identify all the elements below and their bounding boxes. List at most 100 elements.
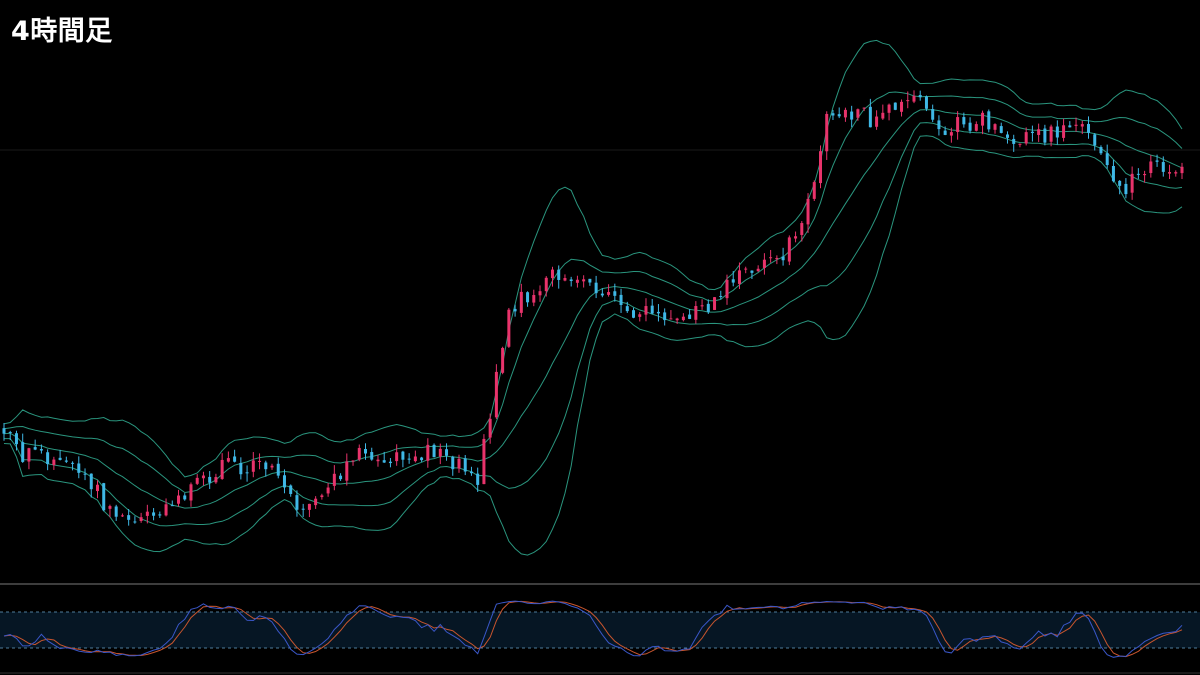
candle-body	[812, 182, 816, 199]
candle-body	[775, 257, 779, 260]
candle-body	[351, 460, 355, 462]
candle-body	[1136, 173, 1140, 175]
candle-body	[239, 462, 243, 475]
candle-body	[276, 463, 280, 476]
candle-body	[962, 117, 966, 125]
candle-body	[89, 473, 93, 490]
candle-body	[264, 462, 268, 470]
candle-body	[725, 279, 729, 299]
candle-body	[526, 292, 530, 303]
candle-body	[1118, 180, 1122, 186]
candle-body	[251, 460, 255, 472]
candle-body	[195, 477, 199, 484]
candle-body	[538, 291, 542, 296]
candle-body	[912, 95, 916, 102]
candle-body	[694, 306, 698, 320]
candle-body	[1099, 147, 1103, 154]
candle-body	[750, 270, 754, 273]
candle-body	[1062, 125, 1066, 138]
candle-body	[21, 442, 25, 462]
candle-body	[931, 109, 935, 120]
candle-body	[987, 111, 991, 130]
candle-body	[52, 459, 56, 466]
candle-body	[769, 257, 773, 259]
candle-body	[1174, 172, 1178, 174]
candle-body	[532, 295, 536, 303]
candle-body	[364, 449, 368, 454]
candle-body	[395, 452, 399, 462]
candle-body	[1024, 132, 1028, 144]
candle-body	[114, 506, 118, 517]
candle-body	[183, 495, 187, 500]
candle-body	[806, 198, 810, 225]
candle-body	[1168, 172, 1172, 174]
candle-body	[488, 418, 492, 438]
candle-body	[756, 268, 760, 272]
candle-body	[937, 120, 941, 130]
candle-body	[800, 223, 804, 235]
candle-body	[1049, 126, 1053, 142]
candle-body	[825, 113, 829, 152]
candle-body	[1030, 131, 1034, 134]
chart-title: 4時間足	[11, 16, 113, 47]
candle-body	[900, 101, 904, 112]
candle-body	[1124, 183, 1128, 195]
candle-body	[27, 448, 31, 462]
candle-body	[1105, 153, 1109, 166]
candle-body	[787, 237, 791, 262]
candle-body	[731, 279, 735, 283]
candle-body	[981, 112, 985, 126]
candle-body	[201, 475, 205, 479]
candle-body	[1155, 160, 1159, 162]
candle-body	[158, 514, 162, 516]
candle-body	[862, 107, 866, 109]
candle-body	[33, 447, 37, 450]
candle-body	[918, 95, 922, 98]
candle-body	[507, 309, 511, 347]
band-middle	[3, 109, 1183, 509]
candle-body	[95, 484, 99, 492]
candle-body	[893, 102, 897, 110]
candle-body	[258, 460, 262, 462]
candle-body	[170, 505, 174, 507]
candle-body	[501, 347, 505, 373]
candle-body	[282, 475, 286, 488]
candle-body	[619, 294, 623, 305]
candle-body	[575, 279, 579, 283]
candle-body	[588, 278, 592, 283]
candle-body	[233, 456, 237, 462]
candle-body	[2, 428, 6, 434]
chart-root: 4時間足	[0, 0, 1200, 675]
candle-body	[818, 151, 822, 184]
candle-body	[607, 292, 611, 295]
candle-body	[569, 279, 573, 282]
candle-body	[245, 472, 249, 474]
candle-body	[1055, 126, 1059, 138]
candle-body	[401, 451, 405, 460]
candle-body	[8, 432, 12, 434]
candle-body	[376, 459, 380, 462]
candle-body	[494, 371, 498, 418]
candle-body	[108, 506, 112, 509]
candle-body	[289, 485, 293, 494]
candle-body	[656, 311, 660, 314]
candle-body	[320, 495, 324, 498]
candle-body	[145, 511, 149, 516]
candle-body	[457, 458, 461, 469]
candle-body	[307, 503, 311, 510]
candle-body	[438, 448, 442, 457]
candle-body	[519, 291, 523, 313]
candle-body	[700, 305, 704, 307]
candle-body	[345, 461, 349, 481]
candle-body	[1080, 124, 1084, 127]
candle-body	[968, 122, 972, 131]
candle-body	[71, 462, 75, 464]
candle-body	[681, 316, 685, 321]
candle-body	[1043, 128, 1047, 143]
candle-body	[1149, 161, 1153, 174]
candle-body	[600, 293, 604, 296]
candle-body	[993, 124, 997, 130]
candle-body	[314, 498, 318, 506]
candle-body	[426, 444, 430, 461]
candle-body	[64, 460, 68, 462]
